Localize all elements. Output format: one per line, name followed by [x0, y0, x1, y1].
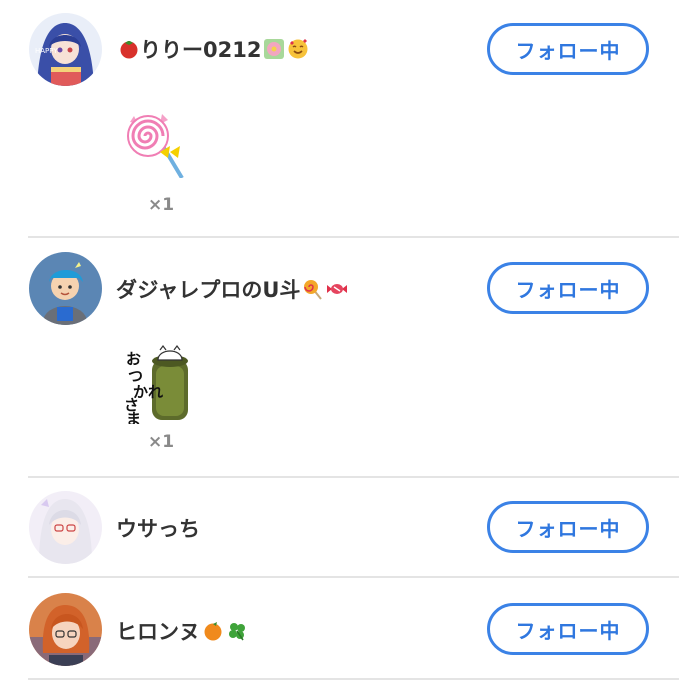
following-button[interactable]: フォロー中 — [487, 262, 649, 314]
username[interactable]: ヒロンヌ — [116, 616, 248, 646]
avatar[interactable] — [29, 491, 102, 564]
tangerine-icon — [202, 620, 224, 642]
candy-icon — [326, 278, 348, 300]
otsukare-sama-sticker-icon: お つ かれ さ ま — [124, 344, 188, 424]
username[interactable]: ダジャレプロのU斗 — [116, 274, 348, 304]
lollipop-icon — [124, 108, 188, 178]
list-item: ダジャレプロのU斗 フォロー中 お つ かれ さ ま ×1 — [0, 238, 679, 476]
sticker-text: お — [126, 350, 141, 368]
avatar[interactable] — [29, 593, 102, 666]
gift-count: ×1 — [148, 432, 175, 452]
svg-text:ま: ま — [126, 410, 141, 424]
smiling-face-with-hearts-icon — [287, 38, 309, 60]
gift-item: お つ かれ さ ま ×1 — [124, 344, 188, 452]
four-leaf-clover-icon — [226, 620, 248, 642]
avatar[interactable]: HAPPY — [29, 13, 102, 86]
username-text: ダジャレプロのU斗 — [116, 278, 301, 302]
avatar[interactable] — [29, 252, 102, 325]
svg-text:HAPPY: HAPPY — [35, 47, 58, 55]
username-text: りりー0212 — [140, 38, 262, 62]
follower-list: HAPPY りりー0212 フォロー中 ×1 ダジャレプロのU斗 フォロー中 お… — [0, 0, 679, 680]
lollipop-icon — [302, 278, 324, 300]
following-button[interactable]: フォロー中 — [487, 501, 649, 553]
list-item: HAPPY りりー0212 フォロー中 ×1 — [0, 0, 679, 238]
username[interactable]: りりー0212 — [116, 34, 309, 64]
username-text: ウサっち — [116, 517, 200, 541]
list-item: ウサっち フォロー中 — [0, 478, 679, 578]
following-button[interactable]: フォロー中 — [487, 603, 649, 655]
following-button[interactable]: フォロー中 — [487, 23, 649, 75]
flower-icon — [263, 38, 285, 60]
username-text: ヒロンヌ — [116, 620, 200, 644]
gift-count: ×1 — [148, 195, 175, 215]
username[interactable]: ウサっち — [116, 513, 200, 543]
list-item: ヒロンヌ フォロー中 — [0, 578, 679, 680]
gift-item: ×1 — [124, 108, 188, 215]
tomato-icon — [118, 38, 140, 60]
